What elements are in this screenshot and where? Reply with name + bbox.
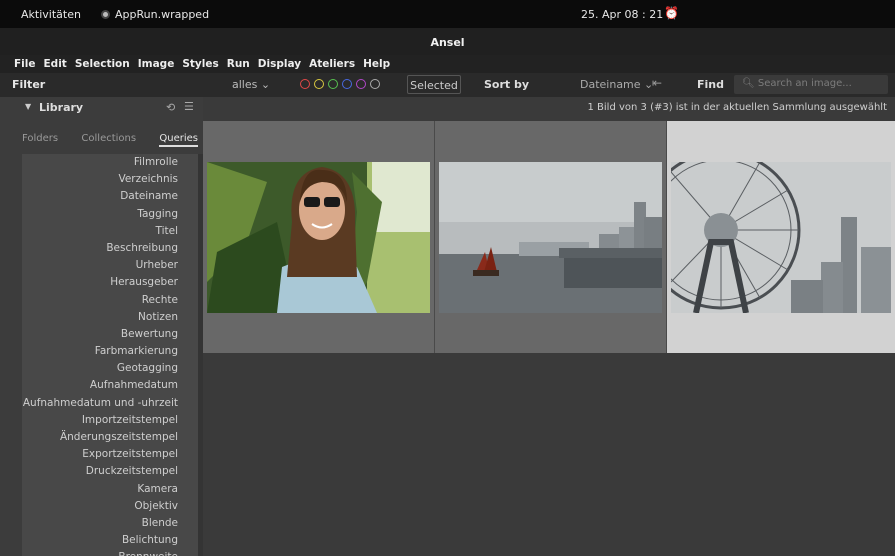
- selected-button[interactable]: Selected: [407, 75, 461, 94]
- query-item[interactable]: Aufnahmedatum: [22, 377, 198, 394]
- thumbnail-ferris-wheel[interactable]: [667, 121, 895, 353]
- query-item[interactable]: Tagging: [22, 206, 198, 223]
- rating-filter-dropdown[interactable]: alles ⌄: [232, 78, 270, 91]
- library-module-header[interactable]: ▼ Library ⟲ ☰: [0, 97, 203, 119]
- query-item[interactable]: Druckzeitstempel: [22, 463, 198, 480]
- color-label-red[interactable]: [300, 79, 310, 89]
- query-item[interactable]: Kamera: [22, 481, 198, 498]
- collapse-arrow-icon[interactable]: ▼: [25, 102, 31, 111]
- reset-icon[interactable]: ⟲: [166, 101, 175, 114]
- tab-collections[interactable]: Collections: [81, 133, 136, 147]
- thumbnail-image-harbour: [439, 162, 662, 313]
- query-list: Filmrolle Verzeichnis Dateiname Tagging Tite…: [22, 154, 198, 556]
- menu-run[interactable]: Run: [227, 58, 250, 73]
- query-item[interactable]: Objektiv: [22, 498, 198, 515]
- color-label-grey[interactable]: [370, 79, 380, 89]
- query-item[interactable]: Herausgeber: [22, 274, 198, 291]
- presets-menu-icon[interactable]: ☰: [184, 100, 194, 113]
- window-title: Ansel: [0, 28, 895, 55]
- left-panel: ▼ Library ⟲ ☰ Folders Collections Querie…: [0, 97, 203, 556]
- query-item[interactable]: Belichtung: [22, 532, 198, 549]
- query-item[interactable]: Filmrolle: [22, 154, 198, 171]
- thumbnail-image-portrait: [207, 162, 430, 313]
- library-title: Library: [39, 101, 84, 114]
- menu-ateliers[interactable]: Ateliers: [309, 58, 355, 73]
- menu-image[interactable]: Image: [138, 58, 175, 73]
- sort-order-icon[interactable]: ⇤: [652, 76, 662, 90]
- query-item[interactable]: Rechte: [22, 292, 198, 309]
- menu-edit[interactable]: Edit: [44, 58, 67, 73]
- query-item[interactable]: Notizen: [22, 309, 198, 326]
- query-item[interactable]: Exportzeitstempel: [22, 446, 198, 463]
- search-input[interactable]: 🔍︎ Search an image...: [734, 75, 888, 94]
- menu-display[interactable]: Display: [258, 58, 301, 73]
- menu-styles[interactable]: Styles: [182, 58, 218, 73]
- alarm-icon: ⏰: [664, 6, 679, 20]
- menu-file[interactable]: File: [14, 58, 36, 73]
- query-item[interactable]: Änderungszeitstempel: [22, 429, 198, 446]
- search-icon: 🔍︎: [742, 78, 755, 89]
- query-item[interactable]: Dateiname: [22, 188, 198, 205]
- tab-queries[interactable]: Queries: [159, 133, 198, 147]
- color-label-filter: [300, 79, 380, 89]
- color-label-purple[interactable]: [356, 79, 366, 89]
- query-item[interactable]: Farbmarkierung: [22, 343, 198, 360]
- query-item[interactable]: Blende: [22, 515, 198, 532]
- query-item[interactable]: Bewertung: [22, 326, 198, 343]
- query-item[interactable]: Brennweite: [22, 549, 198, 556]
- system-top-bar: Aktivitäten AppRun.wrapped 25. Apr 08 : …: [0, 0, 895, 28]
- app-name: AppRun.wrapped: [115, 8, 210, 21]
- query-item[interactable]: Aufnahmedatum und -uhrzeit: [22, 395, 198, 412]
- query-item[interactable]: Importzeitstempel: [22, 412, 198, 429]
- collection-count: 1 Bild von 3 (#3) ist in der aktuellen S…: [587, 102, 888, 113]
- query-item[interactable]: Verzeichnis: [22, 171, 198, 188]
- filter-label: Filter: [12, 78, 46, 91]
- query-item[interactable]: Beschreibung: [22, 240, 198, 257]
- library-tabs: Folders Collections Queries: [22, 133, 198, 147]
- sort-by-label: Sort by: [484, 78, 530, 91]
- find-label: Find: [697, 78, 724, 91]
- app-menu[interactable]: AppRun.wrapped: [101, 8, 209, 21]
- menubar: File Edit Selection Image Styles Run Dis…: [0, 55, 895, 73]
- sort-field-dropdown[interactable]: Dateiname ⌄: [580, 78, 653, 91]
- activities-button[interactable]: Aktivitäten: [21, 8, 81, 21]
- menu-selection[interactable]: Selection: [75, 58, 130, 73]
- app-icon: [101, 10, 110, 19]
- filter-bar: Filter alles ⌄ Selected Sort by Dateinam…: [0, 73, 895, 97]
- thumbnail-image-ferris-wheel: [671, 162, 891, 313]
- search-placeholder: Search an image...: [757, 78, 852, 89]
- menu-help[interactable]: Help: [363, 58, 390, 73]
- query-item[interactable]: Urheber: [22, 257, 198, 274]
- tab-folders[interactable]: Folders: [22, 133, 58, 147]
- query-item[interactable]: Geotagging: [22, 360, 198, 377]
- thumbnail-portrait[interactable]: [203, 121, 434, 353]
- color-label-blue[interactable]: [342, 79, 352, 89]
- lighttable-area: 1 Bild von 3 (#3) ist in der aktuellen S…: [203, 97, 895, 556]
- color-label-yellow[interactable]: [314, 79, 324, 89]
- clock[interactable]: 25. Apr 08 : 21: [581, 8, 663, 21]
- query-item[interactable]: Titel: [22, 223, 198, 240]
- thumbnail-harbour[interactable]: [435, 121, 666, 353]
- color-label-green[interactable]: [328, 79, 338, 89]
